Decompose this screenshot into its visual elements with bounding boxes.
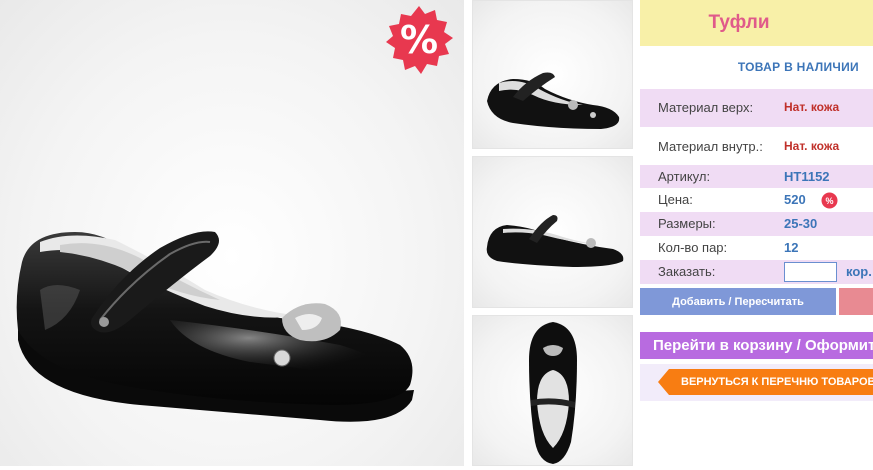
- sale-percent-badge-icon: %: [383, 4, 455, 76]
- price-value: 520: [784, 192, 806, 207]
- spec-row-inner-material: Материал внутр.: Нат. кожа: [640, 127, 873, 165]
- arrow-left-icon: [658, 369, 669, 395]
- thumbnail-2[interactable]: [472, 156, 633, 308]
- thumbnail-3[interactable]: [472, 315, 633, 466]
- spec-label: Материал внутр.:: [658, 139, 763, 154]
- spec-value: 12: [784, 240, 799, 255]
- spec-row-pairs: Кол-во пар: 12: [640, 236, 873, 260]
- price-percent-badge-icon: %: [821, 192, 838, 209]
- spec-label: Материал верх:: [658, 100, 754, 115]
- spec-row-price: Цена: 520 %: [640, 188, 873, 212]
- product-title-box: Туфли: [640, 0, 873, 46]
- order-unit: кор.: [846, 264, 872, 279]
- spec-row-upper-material: Материал верх: Нат. кожа: [640, 89, 873, 127]
- thumbnail-1[interactable]: [472, 0, 633, 149]
- spec-label: Кол-во пар:: [658, 240, 728, 255]
- back-to-list-button[interactable]: ВЕРНУТЬСЯ К ПЕРЕЧНЮ ТОВАРОВ: [669, 369, 873, 395]
- add-recalculate-button[interactable]: Добавить / Пересчитать: [640, 288, 836, 315]
- spec-row-sizes: Размеры: 25-30: [640, 212, 873, 236]
- order-row: Заказать:: [640, 260, 873, 284]
- spec-label: Цена:: [658, 192, 693, 207]
- spec-value: 25-30: [784, 216, 818, 231]
- spec-value: HT1152: [784, 169, 830, 184]
- product-title: Туфли: [708, 12, 770, 33]
- stock-status: ТОВАР В НАЛИЧИИ: [737, 60, 859, 74]
- order-label: Заказать:: [658, 264, 716, 279]
- spec-row-article: Артикул: HT1152: [640, 165, 873, 188]
- spec-label: Артикул:: [658, 169, 711, 184]
- main-product-photo[interactable]: %: [0, 0, 464, 466]
- back-button-area: ВЕРНУТЬСЯ К ПЕРЕЧНЮ ТОВАРОВ: [640, 364, 873, 401]
- spec-value: Нат. кожа: [784, 139, 840, 153]
- go-to-cart-button[interactable]: Перейти в корзину / Оформить заказ: [640, 332, 873, 359]
- product-page: % Туфли ТОВАР В НАЛИЧИИ Материал верх: Н…: [0, 0, 873, 470]
- secondary-action-button[interactable]: [839, 288, 873, 315]
- spec-value: Нат. кожа: [784, 100, 840, 114]
- order-quantity-input[interactable]: [784, 262, 837, 282]
- spec-label: Размеры:: [658, 216, 716, 231]
